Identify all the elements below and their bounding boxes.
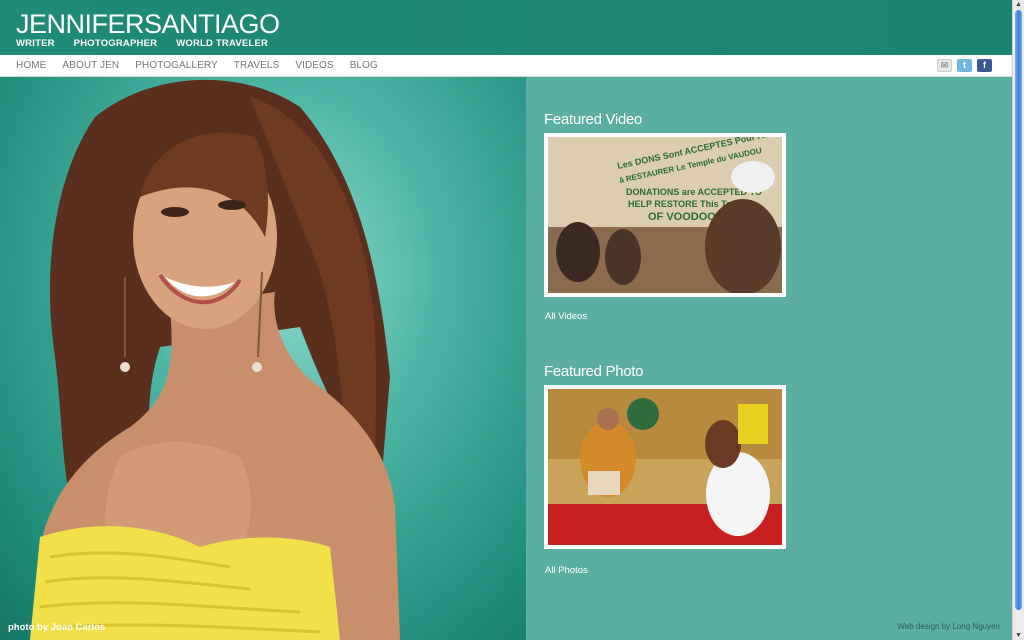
facebook-icon[interactable]: f — [977, 59, 992, 72]
sign-line-5: OF VOODOO — [648, 211, 716, 223]
twitter-icon[interactable]: t — [957, 59, 972, 72]
brand-last-name: SANTIAGO — [144, 9, 280, 39]
role-world-traveler: WORLD TRAVELER — [176, 38, 268, 49]
nav-photogallery[interactable]: PHOTOGALLERY — [135, 60, 218, 71]
scrollbar-thumb[interactable] — [1015, 10, 1022, 610]
main-nav: HOME ABOUT JEN PHOTOGALLERY TRAVELS VIDE… — [0, 55, 1012, 77]
featured-video-thumbnail[interactable]: Les DONS Sont ACCEPTES Pour AIDER à REST… — [544, 133, 786, 297]
role-writer: WRITER — [16, 38, 55, 49]
nav-home[interactable]: HOME — [16, 60, 46, 71]
scroll-down-arrow-icon[interactable]: ▼ — [1014, 631, 1023, 640]
scroll-up-arrow-icon[interactable]: ▲ — [1014, 0, 1023, 9]
mail-icon[interactable]: ✉ — [937, 59, 952, 72]
roles-list: WRITER PHOTOGRAPHER WORLD TRAVELER — [16, 38, 268, 49]
photo-credit: photo by Joao Carlos — [8, 622, 106, 633]
nav-blog[interactable]: BLOG — [350, 60, 378, 71]
nav-about-jen[interactable]: ABOUT JEN — [62, 60, 119, 71]
featured-panel: Featured Video Les DONS Sont ACCEPTES Po… — [526, 77, 1012, 640]
all-videos-link[interactable]: All Videos — [545, 311, 587, 322]
video-scene-image: Les DONS Sont ACCEPTES Pour AIDER à REST… — [548, 137, 782, 293]
social-links: ✉ t f — [937, 59, 992, 72]
design-credit[interactable]: Web design by Long Nguyen — [897, 622, 1000, 631]
nav-travels[interactable]: TRAVELS — [234, 60, 280, 71]
featured-video-title: Featured Video — [544, 111, 643, 128]
vertical-scrollbar[interactable]: ▲ ▼ — [1012, 0, 1024, 640]
site-logo[interactable]: JENNIFERSANTIAGO — [16, 9, 280, 39]
featured-photo-title: Featured Photo — [544, 363, 644, 380]
role-photographer: PHOTOGRAPHER — [73, 38, 158, 49]
hero-portrait: photo by Joao Carlos — [0, 77, 526, 640]
all-photos-link[interactable]: All Photos — [545, 565, 588, 576]
nav-videos[interactable]: VIDEOS — [295, 60, 333, 71]
featured-photo-thumbnail[interactable] — [544, 385, 786, 549]
photo-scene-image — [548, 389, 782, 545]
site-header: JENNIFERSANTIAGO WRITER PHOTOGRAPHER WOR… — [0, 0, 1012, 55]
portrait-illustration — [30, 79, 400, 640]
brand-first-name: JENNIFER — [16, 9, 145, 39]
